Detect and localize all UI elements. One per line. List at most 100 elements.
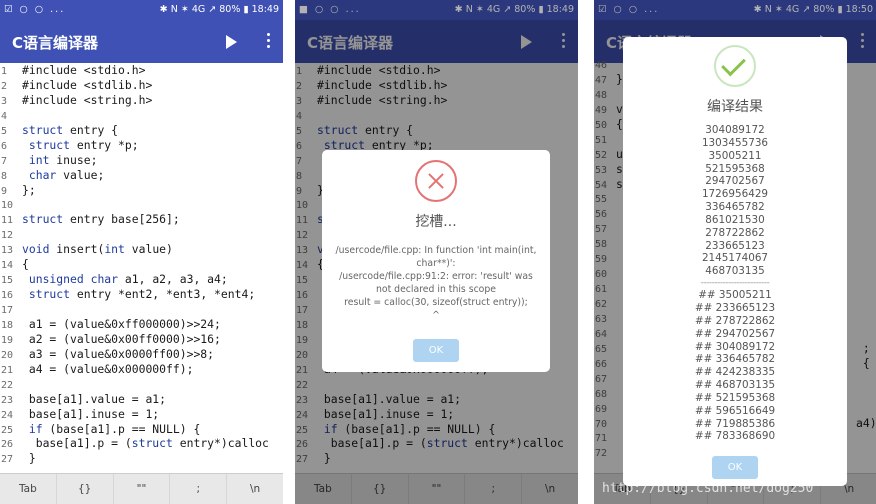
- code-line: 23 base[a1].value = a1;: [0, 392, 283, 407]
- code-line: 12: [0, 227, 283, 242]
- app-toolbar: C语言编译器: [0, 20, 283, 63]
- code-text: a3 = (value&0x0000ff00)>>8;: [22, 346, 215, 361]
- key-tab[interactable]: Tab: [0, 474, 57, 504]
- key-quotes[interactable]: "": [114, 474, 171, 504]
- code-text: struct entry *p;: [28, 137, 139, 152]
- result-value: 294702567: [705, 175, 765, 188]
- status-bar: ■ ○ ○ ... ✱ N ✶ 4G ↗ 80% ▮ 18:49: [295, 0, 578, 20]
- code-line: 5 struct entry {: [0, 123, 283, 138]
- code-line: 21 a4 = (value&0x000000ff);: [0, 362, 283, 377]
- more-vert-icon[interactable]: [267, 33, 271, 49]
- code-text: #include <string.h>: [22, 92, 153, 107]
- phone-screen-error: ■ ○ ○ ... ✱ N ✶ 4G ↗ 80% ▮ 18:49 C语言编译器 …: [295, 0, 578, 504]
- code-text: #include <stdio.h>: [22, 63, 146, 77]
- code-line: 27 }: [0, 451, 283, 466]
- code-text: int inuse;: [28, 152, 98, 167]
- status-bar: ☑ ○ ○ ... ✱ N ✶ 4G ↗ 80% ▮ 18:50: [594, 0, 876, 20]
- key-semicolon[interactable]: ;: [170, 474, 228, 504]
- success-check-icon: [714, 45, 756, 87]
- result-value: 336465782: [705, 201, 765, 214]
- result-value: 278722862: [705, 226, 765, 239]
- sorted-value: ## 233665123: [694, 301, 776, 314]
- result-value: 2145174067: [701, 252, 769, 265]
- result-value: 233665123: [705, 239, 765, 252]
- code-line: 19 a2 = (value&0x00ff0000)>>16;: [0, 332, 283, 347]
- result-value: 1303455736: [701, 136, 769, 149]
- code-text: }: [22, 451, 36, 466]
- code-line: 20 a3 = (value&0x0000ff00)>>8;: [0, 347, 283, 362]
- code-text: #include <stdlib.h>: [22, 77, 153, 92]
- result-value: 468703135: [705, 265, 765, 278]
- play-icon[interactable]: [226, 35, 237, 49]
- result-values: 304089172 1303455736 35005211 521595368 2947…: [623, 124, 847, 443]
- code-text: unsigned char a1, a2, a3, a4;: [28, 272, 228, 287]
- sorted-value: ## 783368690: [694, 430, 776, 443]
- sorted-value: ## 468703135: [694, 379, 776, 392]
- error-message: /usercode/file.cpp: In function 'int mai…: [335, 245, 537, 321]
- sorted-value: ## 278722862: [694, 314, 776, 327]
- code-text: char value;: [28, 167, 105, 182]
- code-line: 9};: [0, 183, 283, 198]
- code-text: {: [22, 257, 29, 272]
- code-line: 4: [0, 108, 283, 123]
- dialog-title: 编译结果: [707, 99, 763, 115]
- code-text: struct entry {: [22, 122, 119, 137]
- result-value: 861021530: [705, 213, 765, 226]
- result-value: 304089172: [705, 124, 765, 136]
- code-line: 17: [0, 302, 283, 317]
- code-line: 10: [0, 197, 283, 212]
- status-info: ✱ N ✶ 4G ↗ 80% ▮ 18:49: [159, 4, 279, 15]
- phone-screen-result: ☑ ○ ○ ... ✱ N ✶ 4G ↗ 80% ▮ 18:50 C语言编译器 …: [594, 0, 876, 504]
- code-line: 1 #include <stdio.h>: [0, 63, 283, 78]
- app-title: C语言编译器: [12, 34, 99, 52]
- sorted-value: ## 521595368: [694, 391, 776, 404]
- error-dialog: 挖槽... /usercode/file.cpp: In function 'i…: [322, 150, 550, 372]
- sorted-value: ## 719885386: [694, 417, 776, 430]
- code-line: 2 #include <stdlib.h>: [0, 78, 283, 93]
- result-separator: -------------------------: [700, 278, 770, 289]
- ok-button[interactable]: OK: [712, 456, 758, 479]
- code-text: a1 = (value&0xff000000)>>24;: [22, 316, 221, 331]
- result-value: 35005211: [708, 149, 762, 162]
- shortcut-keys-bar: Tab{} ""; \n: [0, 473, 283, 504]
- code-line: 15 unsigned char a1, a2, a3, a4;: [0, 272, 283, 287]
- key-braces[interactable]: {}: [57, 474, 114, 504]
- sorted-value: ## 304089172: [694, 340, 776, 353]
- code-text: base[a1].p = (struct entry*)calloc: [22, 436, 269, 451]
- code-line: 11struct entry base[256];: [0, 212, 283, 227]
- code-line: 18 a1 = (value&0xff000000)>>24;: [0, 317, 283, 332]
- sorted-value: ## 294702567: [694, 327, 776, 340]
- code-editor[interactable]: 1 #include <stdio.h> 2 #include <stdlib.h> 3…: [0, 63, 283, 473]
- code-text: a4 = (value&0x000000ff);: [22, 361, 194, 376]
- watermark: http://blog.csdn.net/dog250: [602, 481, 814, 496]
- code-text: base[a1].value = a1;: [22, 391, 167, 406]
- code-text: void insert(int value): [22, 242, 173, 257]
- code-text: };: [22, 182, 36, 197]
- code-line: 8 char value;: [0, 168, 283, 183]
- line-number: 27: [1, 454, 14, 466]
- code-line: 26 base[a1].p = (struct entry*)calloc: [0, 436, 283, 451]
- code-line: 14{: [0, 257, 283, 272]
- sorted-value: ## 35005211: [698, 289, 772, 302]
- code-line: 7 int inuse;: [0, 153, 283, 168]
- code-text: if (base[a1].p == NULL) {: [28, 421, 201, 436]
- key-newline[interactable]: \n: [227, 474, 283, 504]
- result-value: 521595368: [705, 162, 765, 175]
- sorted-value: ## 336465782: [694, 353, 776, 366]
- code-line: 16 struct entry *ent2, *ent3, *ent4;: [0, 287, 283, 302]
- code-line: 24 base[a1].inuse = 1;: [0, 407, 283, 422]
- ok-button[interactable]: OK: [413, 339, 459, 362]
- sorted-value: ## 424238335: [694, 366, 776, 379]
- phone-screen-editor: ☑ ○ ○ ... ✱ N ✶ 4G ↗ 80% ▮ 18:49 C语言编译器 …: [0, 0, 283, 504]
- status-bar: ☑ ○ ○ ... ✱ N ✶ 4G ↗ 80% ▮ 18:49: [0, 0, 283, 20]
- notification-icons: ☑ ○ ○ ...: [4, 4, 66, 15]
- sorted-value: ## 596516649: [694, 404, 776, 417]
- code-text: base[a1].inuse = 1;: [22, 406, 160, 421]
- dialog-title: 挖槽...: [415, 214, 457, 230]
- result-dialog: 编译结果 304089172 1303455736 35005211 52159536…: [623, 37, 847, 486]
- code-line: 25 if (base[a1].p == NULL) {: [0, 422, 283, 437]
- code-line: 13void insert(int value): [0, 242, 283, 257]
- code-line: 22: [0, 377, 283, 392]
- code-text: struct entry base[256];: [22, 212, 180, 227]
- code-line: 3 #include <string.h>: [0, 93, 283, 108]
